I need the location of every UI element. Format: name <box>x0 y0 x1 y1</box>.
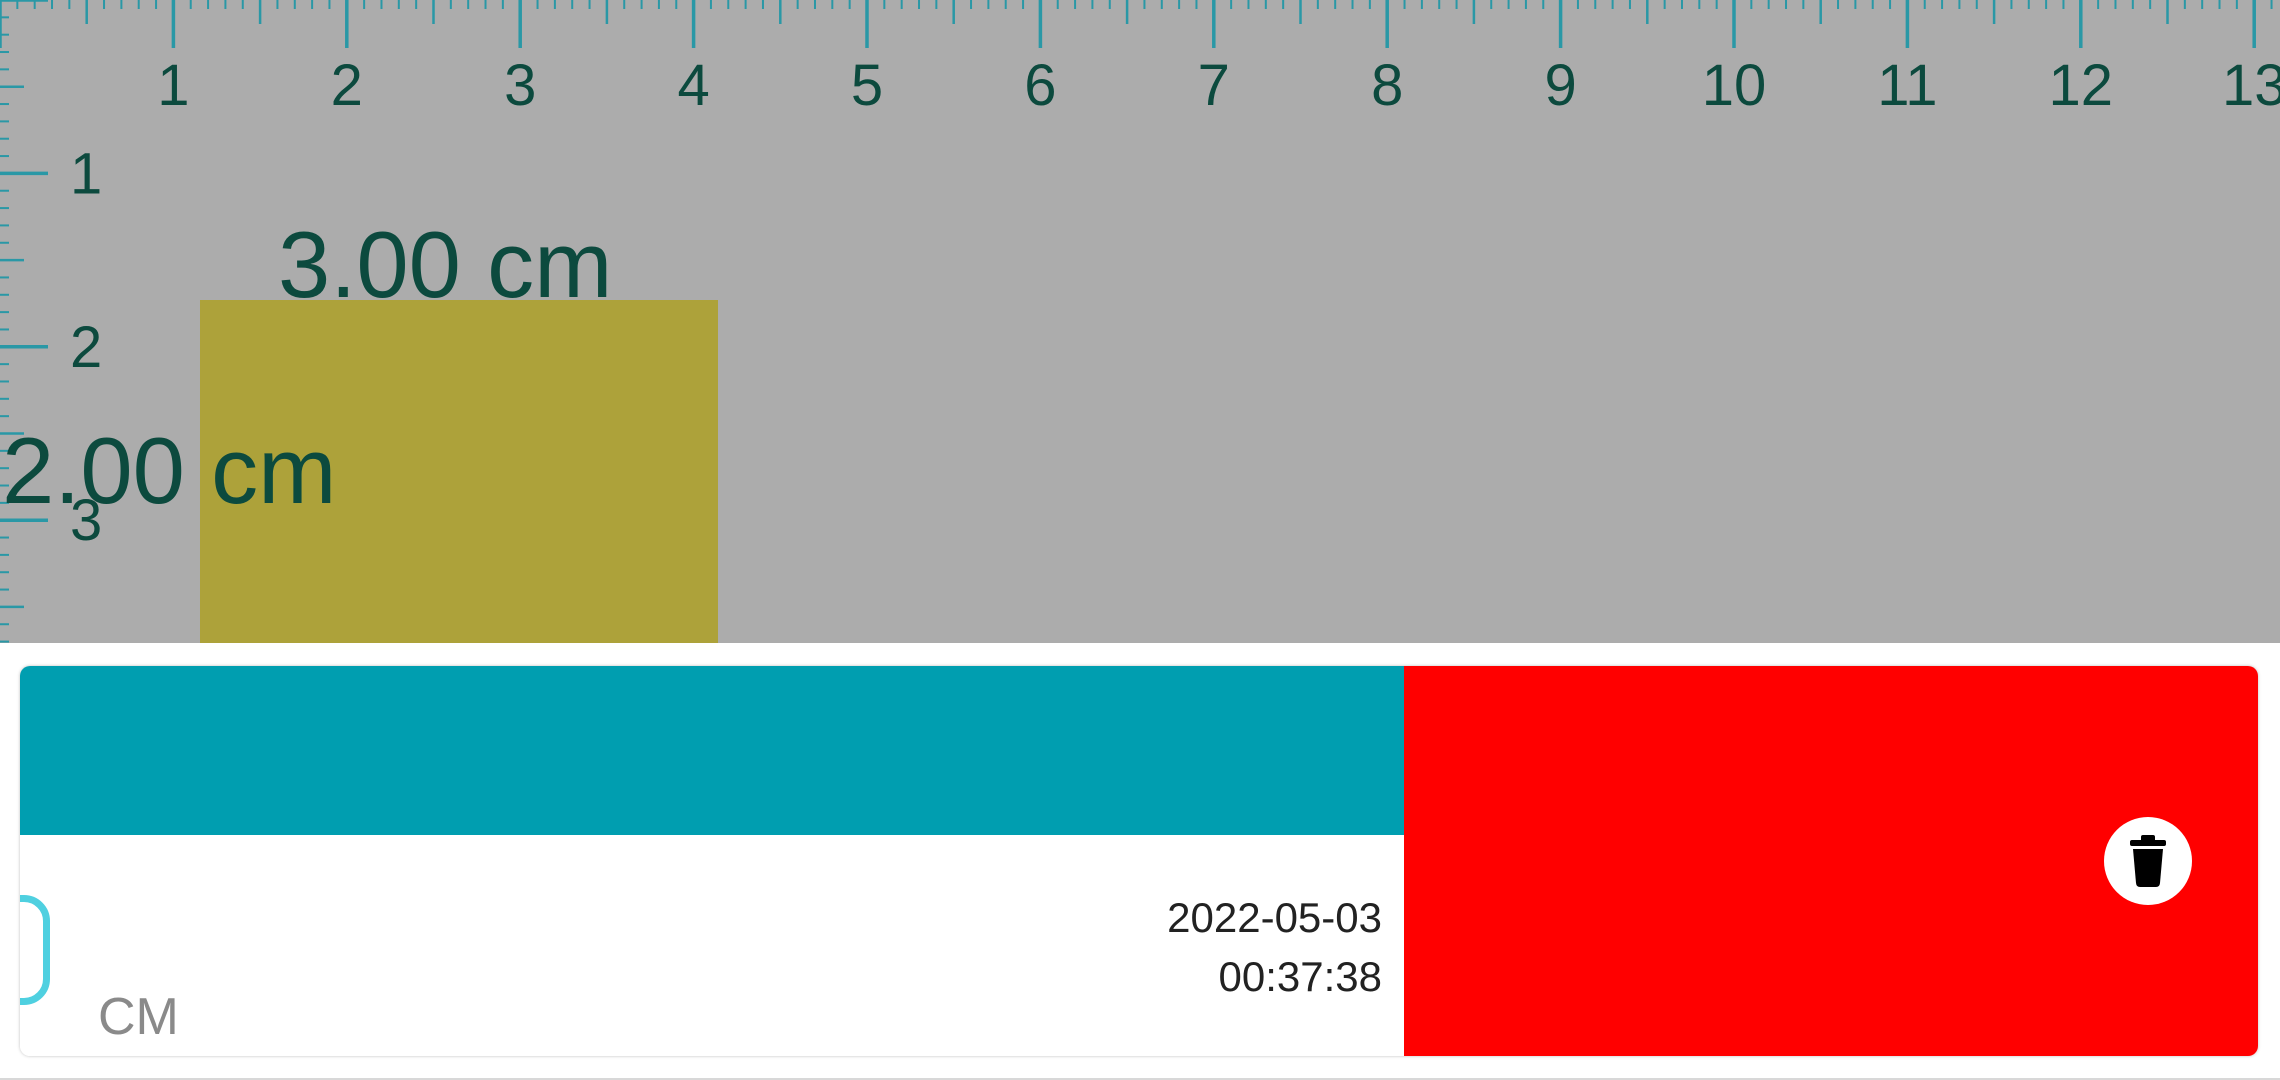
trash-icon <box>2130 835 2166 887</box>
left-ruler-number: 2 <box>70 315 102 380</box>
top-ruler-number: 9 <box>1544 53 1576 118</box>
top-ruler-number: 8 <box>1371 53 1403 118</box>
top-ruler-number: 2 <box>331 53 363 118</box>
top-ruler-number: 10 <box>1702 53 1767 118</box>
top-ruler-number: 3 <box>504 53 536 118</box>
record-date: 2022-05-03 <box>1167 894 1382 941</box>
delete-button[interactable] <box>2104 817 2192 905</box>
height-measurement-label: 2.00 cm <box>2 418 337 523</box>
top-ruler-number: 7 <box>1198 53 1230 118</box>
record-time: 00:37:38 <box>1218 953 1383 1000</box>
ruler-canvas[interactable]: 1 2 3 4 5 6 7 8 9 10 11 12 13 1 2 3 3.00 cm 2.00 cm <box>0 0 2280 643</box>
width-measurement-label: 3.00 cm <box>278 212 613 317</box>
record-body[interactable]: CM 2022-05-03 00:37:38 <box>20 835 1404 1056</box>
left-ruler-number: 1 <box>70 141 102 206</box>
top-ruler-number: 6 <box>1024 53 1056 118</box>
shape-thumbnail <box>20 895 50 1005</box>
measurement-record-card[interactable]: CM 2022-05-03 00:37:38 <box>20 666 2258 1056</box>
top-ruler-number: 1 <box>157 53 189 118</box>
record-header <box>20 666 1404 835</box>
top-ruler-number: 11 <box>1877 53 1937 118</box>
top-ruler-number: 5 <box>851 53 883 118</box>
top-ruler-number: 4 <box>677 53 709 118</box>
top-ruler-number: 12 <box>2049 53 2114 118</box>
unit-label: CM <box>98 988 179 1046</box>
top-ruler-number: 13 <box>2222 53 2280 118</box>
